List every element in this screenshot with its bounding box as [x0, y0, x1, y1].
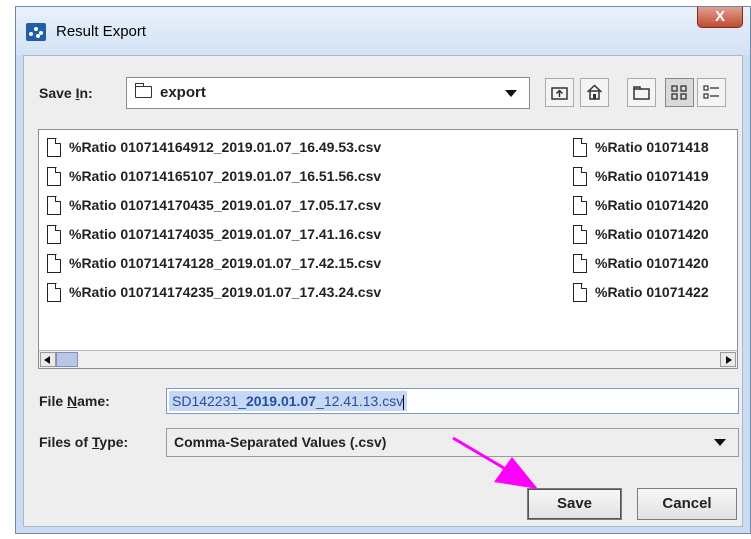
annotation-arrow [452, 436, 538, 489]
arrow-head-icon [494, 457, 538, 489]
